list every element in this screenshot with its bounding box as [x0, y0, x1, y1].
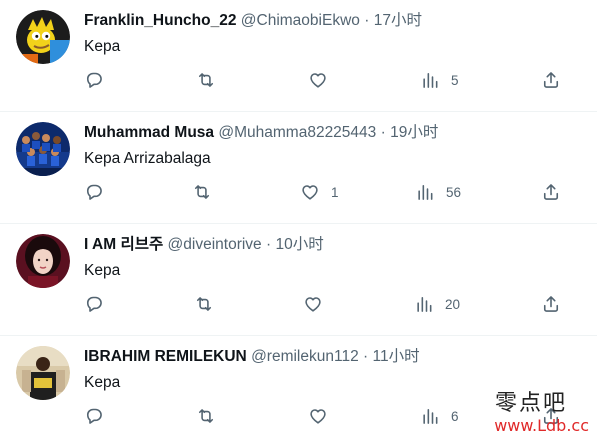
tweet-text: Kepa — [84, 262, 121, 279]
like-icon — [303, 294, 323, 314]
action-bar: 5 — [0, 63, 597, 97]
share-icon — [541, 406, 561, 426]
retweet-button[interactable] — [192, 175, 212, 209]
views-count: 5 — [451, 72, 459, 88]
views-button[interactable]: 6 — [420, 399, 459, 433]
share-icon — [541, 70, 561, 90]
separator-dot: · — [363, 348, 369, 365]
reply-tweet[interactable]: Franklin_Huncho_22 @ChimaobiEkwo · 17小时 … — [0, 0, 597, 112]
share-button[interactable] — [541, 63, 561, 97]
share-button[interactable] — [541, 287, 561, 321]
timestamp[interactable]: 11小时 — [373, 348, 420, 365]
display-name[interactable]: IBRAHIM REMILEKUN — [84, 348, 247, 365]
views-button[interactable]: 56 — [415, 175, 461, 209]
retweet-icon — [196, 406, 216, 426]
views-icon — [415, 182, 435, 202]
views-count: 6 — [451, 408, 459, 424]
avatar[interactable] — [16, 10, 70, 64]
avatar[interactable] — [16, 234, 70, 288]
reply-icon — [84, 70, 104, 90]
reply-button[interactable] — [84, 287, 104, 321]
reply-icon — [84, 182, 104, 202]
display-name[interactable]: Franklin_Huncho_22 — [84, 12, 236, 29]
like-icon — [308, 406, 328, 426]
timestamp[interactable]: 17小时 — [374, 12, 422, 29]
views-count: 20 — [445, 296, 461, 312]
separator-dot: · — [266, 236, 272, 253]
avatar[interactable] — [16, 122, 70, 176]
tweet-text: Kepa — [84, 374, 121, 391]
like-button[interactable] — [308, 399, 328, 433]
user-handle[interactable]: @diveintorive — [168, 236, 262, 253]
like-button[interactable] — [308, 63, 328, 97]
retweet-button[interactable] — [196, 399, 216, 433]
like-button[interactable] — [303, 287, 323, 321]
action-bar: 6 — [0, 399, 597, 433]
user-handle[interactable]: @Muhamma82225443 — [218, 124, 376, 141]
reply-button[interactable] — [84, 63, 104, 97]
separator-dot: · — [364, 12, 370, 29]
reply-tweet[interactable]: I AM 리브주 @diveintorive · 10小时 Kepa 20 — [0, 224, 597, 336]
timestamp[interactable]: 10小时 — [275, 236, 323, 253]
user-handle[interactable]: @ChimaobiEkwo — [241, 12, 360, 29]
like-button[interactable]: 1 — [300, 175, 339, 209]
share-button[interactable] — [541, 175, 561, 209]
reply-tweet[interactable]: IBRAHIM REMILEKUN @remilekun112 · 11小时 K… — [0, 336, 597, 442]
share-icon — [541, 182, 561, 202]
reply-icon — [84, 406, 104, 426]
retweet-icon — [192, 182, 212, 202]
avatar[interactable] — [16, 346, 70, 400]
reply-tweet[interactable]: Muhammad Musa @Muhamma82225443 · 19小时 Ke… — [0, 112, 597, 224]
views-count: 56 — [446, 184, 462, 200]
share-button[interactable] — [541, 399, 561, 433]
tweet-header: I AM 리브주 @diveintorive · 10小时 — [84, 235, 324, 255]
like-count: 1 — [331, 184, 339, 200]
retweet-button[interactable] — [194, 287, 214, 321]
views-icon — [420, 70, 440, 90]
display-name[interactable]: Muhammad Musa — [84, 124, 214, 141]
separator-dot: · — [380, 124, 386, 141]
tweet-text: Kepa Arrizabalaga — [84, 150, 211, 167]
display-name[interactable]: I AM 리브주 — [84, 236, 163, 253]
reply-button[interactable] — [84, 399, 104, 433]
timestamp[interactable]: 19小时 — [390, 124, 438, 141]
views-icon — [414, 294, 434, 314]
like-icon — [300, 182, 320, 202]
views-icon — [420, 406, 440, 426]
like-icon — [308, 70, 328, 90]
retweet-icon — [194, 294, 214, 314]
share-icon — [541, 294, 561, 314]
tweet-text: Kepa — [84, 38, 121, 55]
views-button[interactable]: 5 — [420, 63, 459, 97]
views-button[interactable]: 20 — [414, 287, 460, 321]
action-bar: 1 56 — [0, 175, 597, 209]
action-bar: 20 — [0, 287, 597, 321]
reply-button[interactable] — [84, 175, 104, 209]
reply-icon — [84, 294, 104, 314]
tweet-header: Muhammad Musa @Muhamma82225443 · 19小时 — [84, 123, 438, 143]
tweet-header: Franklin_Huncho_22 @ChimaobiEkwo · 17小时 — [84, 11, 422, 31]
retweet-button[interactable] — [196, 63, 216, 97]
user-handle[interactable]: @remilekun112 — [251, 348, 359, 365]
retweet-icon — [196, 70, 216, 90]
tweet-header: IBRAHIM REMILEKUN @remilekun112 · 11小时 — [84, 347, 420, 367]
